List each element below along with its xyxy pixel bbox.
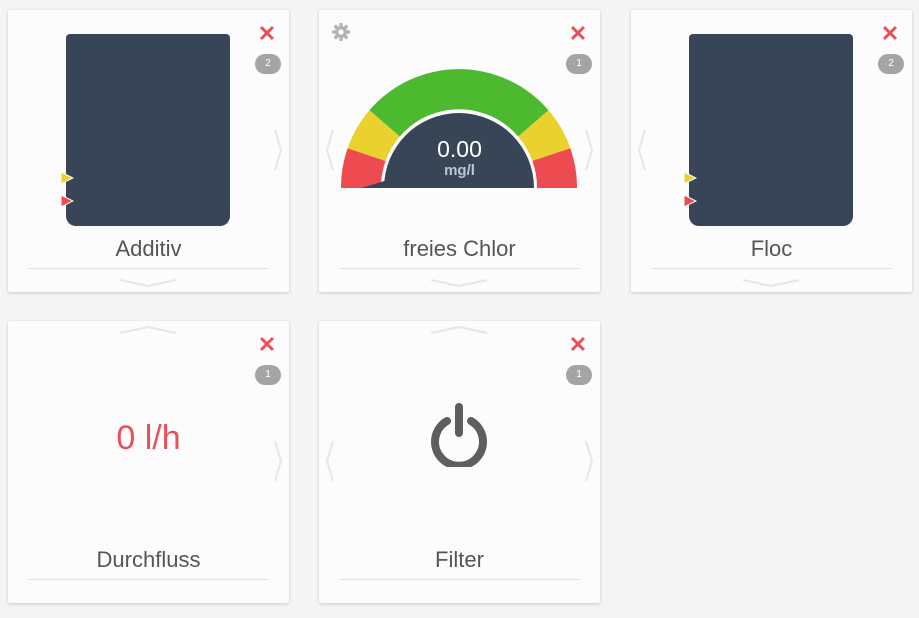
gauge-unit: mg/l — [444, 162, 475, 179]
widget-card-additiv: ✕ 2 Additiv — [8, 10, 289, 292]
widget-label: freies Chlor — [339, 236, 580, 269]
yellow-level-marker-icon — [60, 171, 74, 185]
gauge-value: 0.00 — [437, 136, 482, 162]
arrow-up-icon[interactable] — [429, 325, 489, 335]
widget-label: Additiv — [28, 236, 269, 269]
flow-rate-value: 0 l/h — [116, 419, 181, 457]
arrow-right-icon[interactable] — [584, 128, 594, 172]
widget-card-freies-chlor: ✕ 1 0.00 mg/l freies Chlor — [319, 10, 600, 292]
close-icon[interactable]: ✕ — [257, 23, 277, 45]
count-badge: 1 — [255, 365, 281, 385]
count-badge: 2 — [878, 54, 904, 74]
close-icon[interactable]: ✕ — [568, 23, 588, 45]
arrow-left-icon[interactable] — [325, 439, 335, 483]
arrow-right-icon[interactable] — [584, 439, 594, 483]
close-icon[interactable]: ✕ — [568, 334, 588, 356]
gear-icon[interactable] — [331, 22, 351, 42]
power-icon[interactable] — [429, 401, 489, 467]
tank-level-display — [689, 34, 853, 226]
widget-card-filter: ✕ 1 Filter — [319, 321, 600, 603]
red-level-marker-icon — [683, 194, 697, 208]
arrow-right-icon[interactable] — [273, 439, 283, 483]
tank-level-display — [66, 34, 230, 226]
count-badge: 1 — [566, 365, 592, 385]
yellow-level-marker-icon — [683, 171, 697, 185]
red-level-marker-icon — [60, 194, 74, 208]
arrow-up-icon[interactable] — [118, 325, 178, 335]
arrow-left-icon[interactable] — [325, 128, 335, 172]
widget-card-durchfluss: ✕ 1 0 l/h Durchfluss — [8, 321, 289, 603]
widget-card-floc: ✕ 2 Floc — [631, 10, 912, 292]
arrow-left-icon[interactable] — [637, 128, 647, 172]
arrow-right-icon[interactable] — [273, 128, 283, 172]
widget-label: Filter — [339, 547, 580, 580]
arrow-down-icon[interactable] — [429, 278, 489, 288]
arrow-down-icon[interactable] — [118, 278, 178, 288]
close-icon[interactable]: ✕ — [257, 334, 277, 356]
close-icon[interactable]: ✕ — [880, 23, 900, 45]
arrow-down-icon[interactable] — [741, 278, 801, 288]
count-badge: 2 — [255, 54, 281, 74]
widget-label: Floc — [651, 236, 892, 269]
widget-label: Durchfluss — [28, 547, 269, 580]
